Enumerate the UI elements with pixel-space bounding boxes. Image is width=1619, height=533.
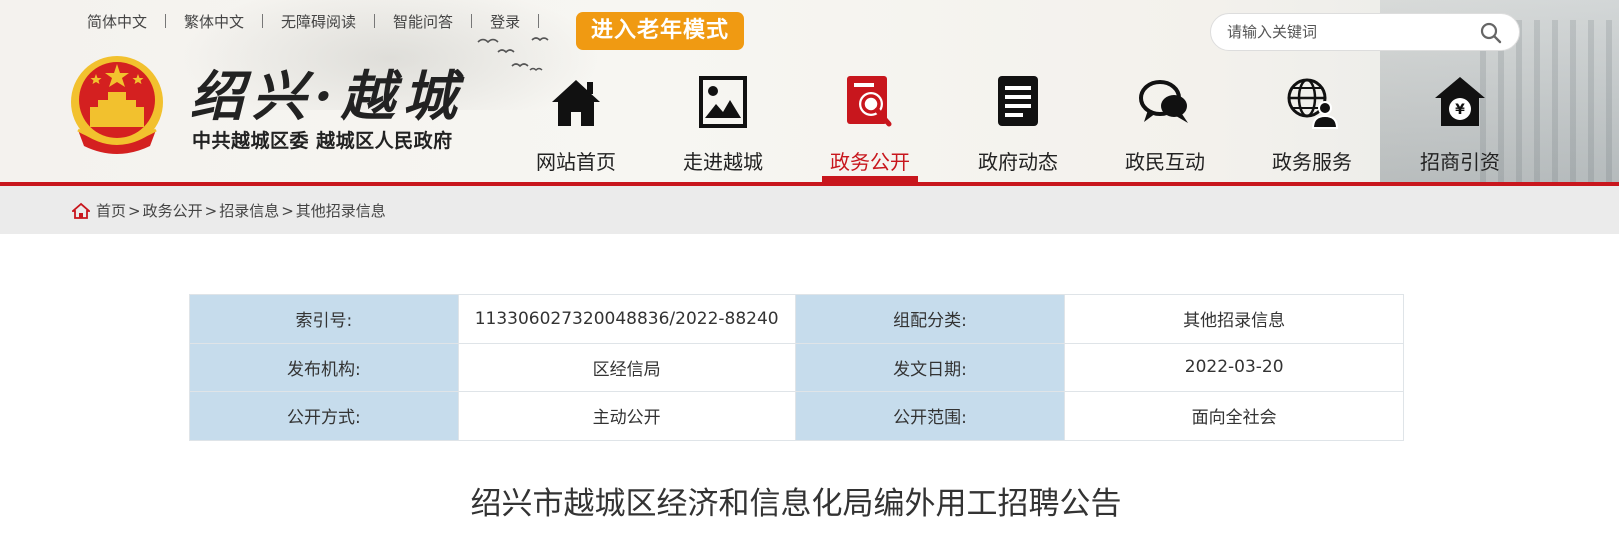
nav-item-gov-services[interactable]: 政务服务 [1238,72,1386,182]
article-title: 绍兴市越城区经济和信息化局编外用工招聘公告 [470,486,1122,522]
home-icon [72,202,90,219]
breadcrumb-bar: 首页 > 政务公开 > 招录信息 > 其他招录信息 [0,186,1619,234]
index-number-value: 113306027320048836/2022-88240 [457,294,796,344]
svg-text:¥: ¥ [1455,102,1465,118]
nav-item-investment[interactable]: ¥ 招商引资 [1386,72,1534,182]
nav-label: 政民互动 [1125,150,1205,174]
nav-item-home[interactable]: 网站首页 [502,72,650,182]
top-links: 简体中文 繁体中文 无障碍阅读 智能问答 登录 [87,10,557,32]
table-row: 发布机构: 区经信局 发文日期: 2022-03-20 [189,342,1404,392]
publisher-label: 发布机构: [189,342,459,392]
breadcrumb-home[interactable]: 首页 [96,200,126,221]
divider [471,14,473,28]
elder-mode-button[interactable]: 进入老年模式 [576,12,744,50]
picture-icon [699,76,747,128]
link-login[interactable]: 登录 [490,11,520,32]
document-search-icon [847,76,892,127]
disclosure-method-value: 主动公开 [457,391,796,441]
national-emblem-icon [71,56,163,154]
home-icon [552,80,600,126]
table-row: 公开方式: 主动公开 公开范围: 面向全社会 [189,391,1404,441]
investment-house-icon: ¥ [1435,77,1485,126]
category-label: 组配分类: [794,294,1066,344]
issue-date-value: 2022-03-20 [1064,342,1404,392]
publisher-value: 区经信局 [457,342,796,392]
globe-user-icon [1287,78,1339,129]
disclosure-scope-label: 公开范围: [794,391,1066,441]
breadcrumb-separator: > [281,201,294,220]
nav-label: 政府动态 [978,150,1058,174]
site-header: 简体中文 繁体中文 无障碍阅读 智能问答 登录 进入老年模式 请输入关键词 绍兴… [0,0,1619,182]
birds-decoration [477,37,549,71]
document-info-table: 索引号: 113306027320048836/2022-88240 组配分类:… [189,294,1404,441]
breadcrumb-separator: > [204,201,218,220]
search-icon[interactable] [1479,21,1503,45]
disclosure-scope-value: 面向全社会 [1064,391,1404,441]
site-logo-title[interactable]: 绍兴·越城 [190,52,465,131]
breadcrumb-other-recruitment[interactable]: 其他招录信息 [296,200,386,221]
divider [262,14,264,28]
index-number-label: 索引号: [189,294,459,344]
issue-date-label: 发文日期: [794,342,1066,392]
disclosure-method-label: 公开方式: [189,391,459,441]
breadcrumb: 首页 > 政务公开 > 招录信息 > 其他招录信息 [72,200,386,221]
nav-item-gov-affairs-public[interactable]: 政务公开 [796,72,944,182]
search-input[interactable] [1227,14,1472,50]
divider [538,14,540,28]
category-value: 其他招录信息 [1064,294,1404,344]
link-smart-qa[interactable]: 智能问答 [393,11,453,32]
breadcrumb-separator: > [128,201,141,220]
nav-label: 政务服务 [1272,150,1352,174]
divider [374,14,376,28]
site-logo-subtitle: 中共越城区委 越城区人民政府 [192,130,453,152]
news-icon [998,76,1038,126]
nav-label: 走进越城 [683,150,763,174]
link-simplified-chinese[interactable]: 简体中文 [87,11,147,32]
table-row: 索引号: 113306027320048836/2022-88240 组配分类:… [189,294,1404,344]
nav-label: 招商引资 [1420,150,1500,174]
link-traditional-chinese[interactable]: 繁体中文 [184,11,244,32]
chat-icon [1139,80,1188,123]
nav-item-about-yuecheng[interactable]: 走进越城 [649,72,797,182]
link-accessible-reading[interactable]: 无障碍阅读 [281,11,356,32]
nav-item-interaction[interactable]: 政民互动 [1091,72,1239,182]
main-nav: 网站首页 走进越城 政务公开 政府动态 政民互动 政务服务 ¥ 招商引资 [500,72,1510,182]
nav-label: 政务公开 [830,150,910,174]
nav-item-gov-news[interactable]: 政府动态 [944,72,1092,182]
breadcrumb-gov-affairs-public[interactable]: 政务公开 [143,200,203,221]
nav-label: 网站首页 [536,150,616,174]
search-box [1210,13,1520,51]
breadcrumb-recruitment-info[interactable]: 招录信息 [219,200,279,221]
divider [165,14,167,28]
